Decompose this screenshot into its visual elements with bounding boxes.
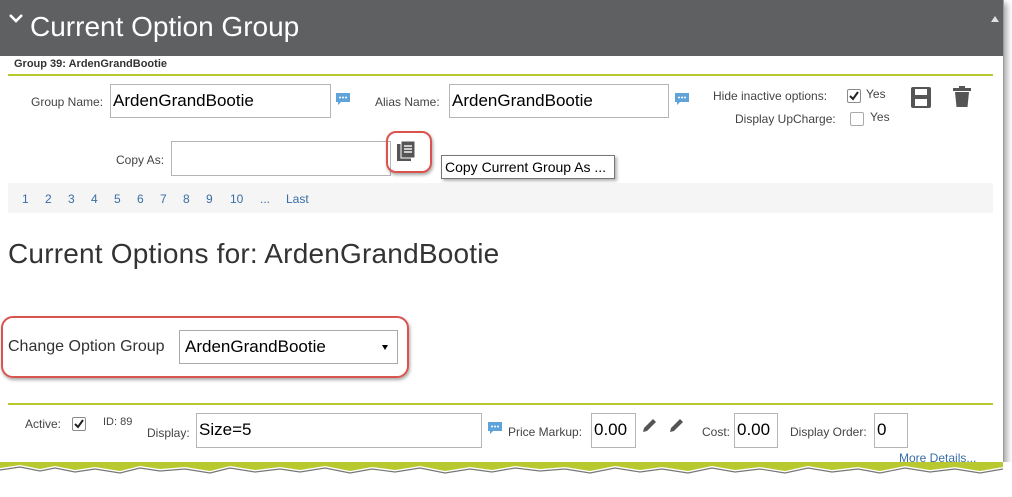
active-checkbox[interactable] [72,417,86,431]
comment-icon[interactable] [487,421,503,435]
dropdown-arrow-icon [382,345,388,350]
pagination: 1 2 3 4 5 6 7 8 9 10 ... Last [8,183,993,213]
checkmark-icon [74,419,84,429]
checkmark-icon [849,91,859,101]
page-link[interactable]: 2 [45,192,52,206]
display-upcharge-label: Display UpCharge: [735,112,836,126]
hide-inactive-label: Hide inactive options: [713,89,828,103]
cost-label: Cost: [702,425,731,439]
page-link-last[interactable]: Last [286,192,309,206]
display-upcharge-yes: Yes [870,110,890,124]
change-option-group-label: Change Option Group [8,338,165,355]
copy-icon[interactable] [396,140,416,162]
torn-edge [0,462,1012,497]
option-group-panel: Current Option Group Group 39: ArdenGran… [0,0,1004,490]
change-option-group-select[interactable]: ArdenGrandBootie [179,330,398,364]
hide-inactive-checkbox[interactable] [847,89,861,103]
page-link[interactable]: 3 [68,192,75,206]
display-input[interactable]: Size=5 [196,413,482,448]
group-name-label: Group Name: [31,95,104,109]
price-markup-input[interactable]: 0.00 [591,413,636,448]
chevron-down-icon[interactable] [6,8,26,28]
page-link[interactable]: 10 [230,192,243,206]
group-id-label: Group 39: ArdenGrandBootie [14,58,167,70]
selected-value: ArdenGrandBootie [185,337,326,356]
divider [8,74,993,76]
alias-name-input[interactable]: ArdenGrandBootie [449,84,669,118]
page-link[interactable]: 1 [22,192,29,206]
copy-as-label: Copy As: [116,153,165,167]
page-link[interactable]: 6 [137,192,144,206]
display-label: Display: [147,426,190,440]
display-order-label: Display Order: [790,425,867,439]
cost-input[interactable]: 0.00 [734,413,778,448]
alias-name-label: Alias Name: [375,95,440,109]
current-options-heading: Current Options for: ArdenGrandBootie [8,238,500,269]
comment-icon[interactable] [335,92,351,106]
panel-title: Current Option Group [30,11,300,42]
page-link[interactable]: 7 [160,192,167,206]
group-name-input[interactable]: ArdenGrandBootie [110,84,331,118]
save-icon[interactable] [910,85,932,109]
active-label: Active: [25,417,62,431]
page-link[interactable]: 4 [91,192,98,206]
option-id: ID: 89 [103,416,133,428]
display-order-input[interactable]: 0 [874,413,908,448]
hide-inactive-yes: Yes [866,87,886,101]
page-link[interactable]: ... [260,192,270,206]
divider [8,403,993,405]
copy-as-input[interactable] [171,141,391,176]
pencil-icon[interactable] [668,416,686,434]
page-link[interactable]: 9 [206,192,213,206]
copy-tooltip: Copy Current Group As ... [441,155,616,179]
price-markup-label: Price Markup: [508,425,583,439]
scroll-up-icon[interactable] [991,15,999,23]
panel-header: Current Option Group [0,0,1003,56]
trash-icon[interactable] [952,85,972,109]
page-link[interactable]: 8 [183,192,190,206]
comment-icon[interactable] [674,92,690,106]
display-upcharge-checkbox[interactable] [850,112,864,126]
page-link[interactable]: 5 [114,192,121,206]
pencil-icon[interactable] [641,416,659,434]
